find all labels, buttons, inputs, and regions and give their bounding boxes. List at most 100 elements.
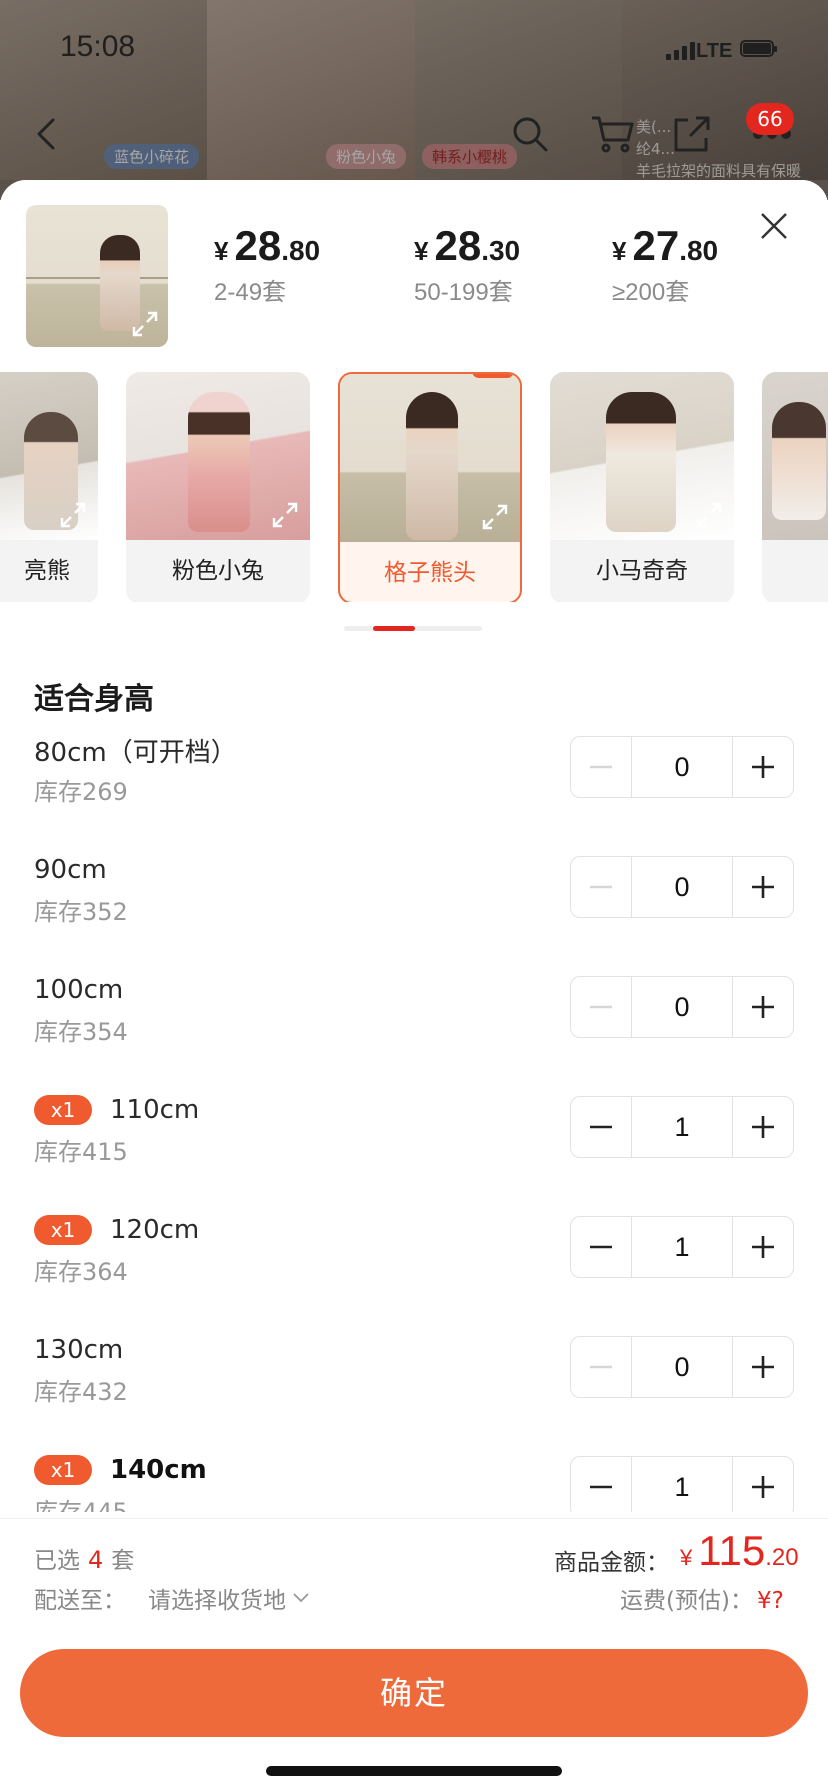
increment-button[interactable] (733, 1217, 793, 1277)
expand-icon[interactable] (56, 498, 90, 532)
variant-label (762, 540, 828, 602)
plus-icon (752, 996, 774, 1018)
increment-button[interactable] (733, 1097, 793, 1157)
quantity-stepper: 0 (570, 856, 794, 918)
decrement-button[interactable] (571, 1097, 631, 1157)
variant-card[interactable]: 粉色小兔 (126, 372, 310, 602)
expand-icon[interactable] (478, 500, 512, 534)
network-label: LTE (696, 40, 733, 62)
order-summary-footer: 已选 4 套 商品金额： ¥115.20 配送至： 请选择收货地 运费(预估)： ¥?… (0, 1518, 828, 1792)
minus-icon (590, 1005, 612, 1009)
size-stock: 库存364 (34, 1258, 128, 1286)
home-indicator (266, 1766, 562, 1776)
total-amount: ¥115.20 (680, 1527, 799, 1574)
quantity-stepper: 1 (570, 1096, 794, 1158)
shipping-address-placeholder[interactable]: 请选择收货地 (148, 1581, 286, 1615)
variant-carousel[interactable]: 亮熊 粉色小兔 格子熊头 小马奇奇 (0, 372, 828, 602)
quantity-input[interactable]: 0 (631, 737, 733, 797)
size-stock: 库存415 (34, 1138, 128, 1166)
close-button[interactable] (754, 206, 794, 246)
increment-button[interactable] (733, 1457, 793, 1512)
quantity-stepper: 0 (570, 976, 794, 1038)
minus-icon (590, 765, 612, 769)
decrement-button[interactable] (571, 737, 631, 797)
plus-icon (752, 876, 774, 898)
expand-icon[interactable] (128, 307, 162, 341)
quantity-input[interactable]: 0 (631, 857, 733, 917)
amount-label: 商品金额： (554, 1550, 669, 1576)
selected-summary: 已选 4 套 (34, 1546, 135, 1574)
minus-icon (590, 1125, 612, 1129)
increment-button[interactable] (733, 977, 793, 1037)
selected-variant-thumbnail[interactable] (26, 205, 168, 347)
expand-icon[interactable] (692, 498, 726, 532)
increment-button[interactable] (733, 1337, 793, 1397)
variant-image (762, 372, 828, 540)
section-title: 适合身高 (34, 682, 154, 717)
size-list: 80cm（可开档） 库存269 0 90cm 库存352 0 100cm 库存3… (0, 732, 828, 1512)
minus-icon (590, 1485, 612, 1489)
size-name: 90cm (34, 855, 107, 885)
size-name: x1 120cm (34, 1212, 199, 1248)
battery-icon (740, 40, 777, 57)
size-stock: 库存445 (34, 1498, 128, 1512)
quantity-input[interactable]: 0 (631, 1337, 733, 1397)
variant-card[interactable]: 亮熊 (0, 372, 98, 602)
variant-label: 格子熊头 (384, 560, 476, 586)
decrement-button[interactable] (571, 1337, 631, 1397)
size-stock: 库存352 (34, 898, 128, 926)
variant-label: 小马奇奇 (596, 558, 688, 584)
size-stock: 库存432 (34, 1378, 128, 1406)
confirm-button[interactable]: 确定 (20, 1649, 808, 1737)
plus-icon (752, 1356, 774, 1378)
size-name: x1 110cm (34, 1092, 199, 1128)
share-icon[interactable] (668, 110, 716, 158)
expand-icon[interactable] (268, 498, 302, 532)
size-name: 100cm (34, 975, 124, 1005)
quantity-stepper: 0 (570, 736, 794, 798)
freight-estimate: 运费(预估)： ¥? (620, 1588, 784, 1614)
size-name: 130cm (34, 1335, 124, 1365)
quantity-input[interactable]: 1 (631, 1217, 733, 1277)
quantity-input[interactable]: 1 (631, 1097, 733, 1157)
price-tier: ¥ 28 .80 2-49套 (214, 222, 321, 306)
decrement-button[interactable] (571, 1457, 631, 1512)
size-row: 130cm 库存432 0 (0, 1332, 828, 1452)
minus-icon (590, 1245, 612, 1249)
back-icon[interactable] (22, 110, 70, 158)
quantity-input[interactable]: 1 (631, 1457, 733, 1512)
carousel-scroll-thumb (373, 626, 415, 631)
selected-quantity-badge: x1 (34, 1455, 92, 1485)
minus-icon (590, 885, 612, 889)
decrement-button[interactable] (571, 977, 631, 1037)
quantity-stepper: 1 (570, 1456, 794, 1512)
quantity-input[interactable]: 0 (631, 977, 733, 1037)
size-row: 90cm 库存352 0 (0, 852, 828, 972)
size-name: x1 140cm (34, 1452, 207, 1488)
variant-label: 粉色小兔 (172, 558, 264, 584)
chevron-down-icon (293, 1593, 309, 1603)
price-tier: ¥ 28 .30 50-199套 (414, 222, 521, 306)
sku-header: ¥ 28 .80 2-49套 ¥ 28 .30 50-199套 ¥ 27 .80… (0, 180, 828, 372)
plus-icon (752, 756, 774, 778)
cart-count-badge: 66 (746, 103, 794, 135)
size-name: 80cm（可开档） (34, 737, 237, 768)
increment-button[interactable] (733, 737, 793, 797)
variant-card-selected[interactable]: 格子熊头 (338, 372, 522, 602)
size-row: 100cm 库存354 0 (0, 972, 828, 1092)
decrement-button[interactable] (571, 1217, 631, 1277)
shipping-address-selector[interactable]: 配送至： 请选择收货地 (34, 1581, 310, 1615)
cart-icon[interactable] (588, 110, 636, 158)
variant-card[interactable] (762, 372, 828, 602)
decrement-button[interactable] (571, 857, 631, 917)
variant-card[interactable]: 小马奇奇 (550, 372, 734, 602)
price-tier: ¥ 27 .80 ≥200套 (612, 222, 719, 306)
search-icon[interactable] (506, 110, 554, 158)
size-row: x1 110cm 库存415 1 (0, 1092, 828, 1212)
size-row: x1 140cm 库存445 1 (0, 1452, 828, 1512)
freight-value: ¥? (756, 1588, 784, 1614)
increment-button[interactable] (733, 857, 793, 917)
close-icon (761, 213, 787, 239)
price-tier-range: ≥200套 (612, 279, 690, 306)
size-stock: 库存354 (34, 1018, 128, 1046)
